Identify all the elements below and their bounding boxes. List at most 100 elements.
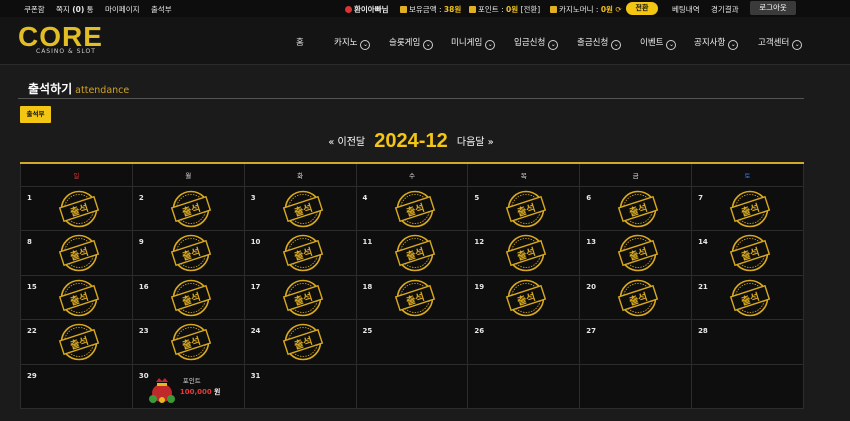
day-number: 20 — [586, 282, 596, 291]
nav-notice[interactable]: 공지사항 ⌄ — [694, 36, 739, 50]
attendance-stamp-icon: 출석 — [504, 279, 548, 317]
prev-month-link[interactable]: « 이전달 — [328, 137, 365, 148]
nav-casino[interactable]: 카지노 ⌄ — [334, 36, 371, 50]
exchange-button[interactable]: 전환 — [626, 2, 658, 15]
weekday-0: 일 — [20, 162, 133, 187]
site-logo[interactable]: CORE CASINO & SLOT — [18, 23, 110, 59]
day-number: 25 — [362, 327, 373, 335]
casino-money-info: 카지노머니 : 0원 ⟳ — [550, 4, 622, 15]
nav-support-label: 고객센터 — [758, 38, 790, 48]
calendar-day: 6 출석 — [579, 185, 693, 231]
calendar-day: 22 출석 — [20, 319, 133, 365]
day-number: 11 — [362, 238, 373, 246]
calendar-day — [691, 363, 804, 409]
attendance-stamp-icon: 출석 — [616, 190, 660, 228]
attendance-stamp-icon: 출석 — [728, 190, 772, 228]
calendar-day: 23 출석 — [131, 319, 245, 365]
attendance-stamp-icon: 출석 — [504, 234, 548, 272]
attendance-stamp-icon: 출석 — [169, 234, 213, 272]
attendance-link[interactable]: 출석부 — [151, 4, 172, 15]
nav-withdraw[interactable]: 출금신청 ⌄ — [577, 36, 622, 50]
calendar-week: 22 출석 23 출석 24 출석 25 26 27 28 — [20, 319, 804, 365]
nav-support[interactable]: 고객센터 ⌄ — [758, 36, 803, 50]
calendar-day: 5 출석 — [467, 185, 581, 231]
chevron-down-icon: ⌄ — [728, 40, 739, 50]
weekday-5: 금 — [579, 162, 693, 187]
attendance-stamp-icon: 출석 — [393, 190, 437, 228]
attendance-stamp-icon: 출석 — [504, 190, 548, 228]
attendance-stamp-icon: 출석 — [281, 323, 325, 361]
calendar-day: 27 — [579, 319, 693, 365]
day-number: 10 — [250, 238, 261, 246]
casino-money-icon — [550, 6, 557, 13]
day-number: 4 — [362, 193, 368, 202]
bet-history-link[interactable]: 베팅내역 — [672, 4, 700, 15]
calendar-day: 12 출석 — [467, 230, 581, 276]
balance-value: 38원 — [443, 5, 462, 14]
reward-item: 포인트 100,000 원 — [147, 373, 227, 403]
calendar-day: 25 — [355, 319, 469, 365]
logout-button[interactable]: 로그아웃 — [750, 1, 796, 15]
calendar-day: 21 출석 — [691, 274, 804, 320]
calendar-day — [355, 363, 469, 409]
nav-notice-label: 공지사항 — [694, 38, 726, 48]
attendance-stamp-icon: 출석 — [393, 279, 437, 317]
nav-home[interactable]: 홈 — [296, 36, 304, 48]
weekday-header: 일월화수목금토 — [20, 162, 804, 187]
day-number: 15 — [27, 282, 37, 291]
point-info: 포인트 : 0원 [전환] — [469, 4, 540, 15]
chevron-down-icon: ⌄ — [792, 40, 803, 50]
weekday-3: 수 — [355, 162, 469, 187]
message-link[interactable]: 쪽지 (0) 통 — [56, 4, 94, 15]
day-number: 27 — [586, 327, 596, 335]
day-number: 31 — [250, 371, 261, 380]
calendar-day: 17 출석 — [243, 274, 357, 320]
title-divider — [18, 98, 804, 99]
next-month-link[interactable]: 다음달 » — [457, 137, 494, 148]
attendance-stamp-icon: 출석 — [281, 234, 325, 272]
current-month: 2024-12 — [374, 130, 448, 152]
refresh-icon[interactable]: ⟳ — [615, 5, 621, 14]
coupon-link[interactable]: 쿠폰함 — [24, 4, 45, 15]
reward-label: 포인트 — [182, 376, 201, 385]
calendar-day — [467, 363, 581, 409]
chevron-down-icon: ⌄ — [611, 40, 622, 50]
day-number: 3 — [250, 193, 256, 202]
nav-minigame[interactable]: 미니게임 ⌄ — [451, 36, 496, 50]
nav-minigame-label: 미니게임 — [451, 38, 483, 48]
nav-event[interactable]: 이벤트 ⌄ — [640, 36, 677, 50]
point-value: 0원 — [506, 5, 519, 14]
weekday-2: 화 — [243, 162, 357, 187]
nav-slot[interactable]: 슬롯게임 ⌄ — [389, 36, 434, 50]
balance-info: 보유금액 : 38원 — [400, 4, 461, 15]
day-number: 17 — [250, 282, 261, 291]
day-number: 23 — [138, 327, 149, 335]
attendance-stamp-icon: 출석 — [169, 279, 213, 317]
attendance-stamp-icon: 출석 — [169, 190, 213, 228]
chevron-down-icon: ⌄ — [548, 40, 559, 50]
balance-label: 보유금액 : — [409, 5, 442, 14]
day-number: 12 — [474, 238, 485, 246]
attendance-button[interactable]: 출석부 — [20, 106, 51, 123]
attendance-stamp-icon: 출석 — [728, 234, 772, 272]
calendar-day: 11 출석 — [355, 230, 469, 276]
point-convert-link[interactable]: [전환] — [521, 5, 541, 14]
page-title: 출석하기 attendance — [28, 80, 129, 97]
day-number: 19 — [474, 282, 485, 291]
day-number: 14 — [698, 238, 708, 246]
calendar-day: 7 출석 — [691, 185, 804, 231]
chevron-down-icon: ⌄ — [423, 40, 434, 50]
day-number: 2 — [138, 193, 144, 202]
weekday-6: 토 — [691, 162, 804, 187]
calendar-day: 9 출석 — [131, 230, 245, 276]
message-label: 쪽지 — [56, 5, 70, 14]
nav-deposit[interactable]: 입금신청 ⌄ — [514, 36, 559, 50]
attendance-calendar: 일월화수목금토 1 출석 2 출석 3 출석 4 출석 5 출석 6 출석 7 … — [20, 162, 804, 409]
attendance-stamp-icon: 출석 — [281, 279, 325, 317]
nav-slot-label: 슬롯게임 — [389, 38, 421, 48]
calendar-week: 8 출석 9 출석 10 출석 11 출석 12 출석 13 출석 14 출석 — [20, 230, 804, 276]
results-link[interactable]: 경기결과 — [711, 4, 739, 15]
mypage-link[interactable]: 마이페이지 — [105, 4, 140, 15]
calendar-day: 24 출석 — [243, 319, 357, 365]
day-number: 16 — [138, 282, 149, 291]
